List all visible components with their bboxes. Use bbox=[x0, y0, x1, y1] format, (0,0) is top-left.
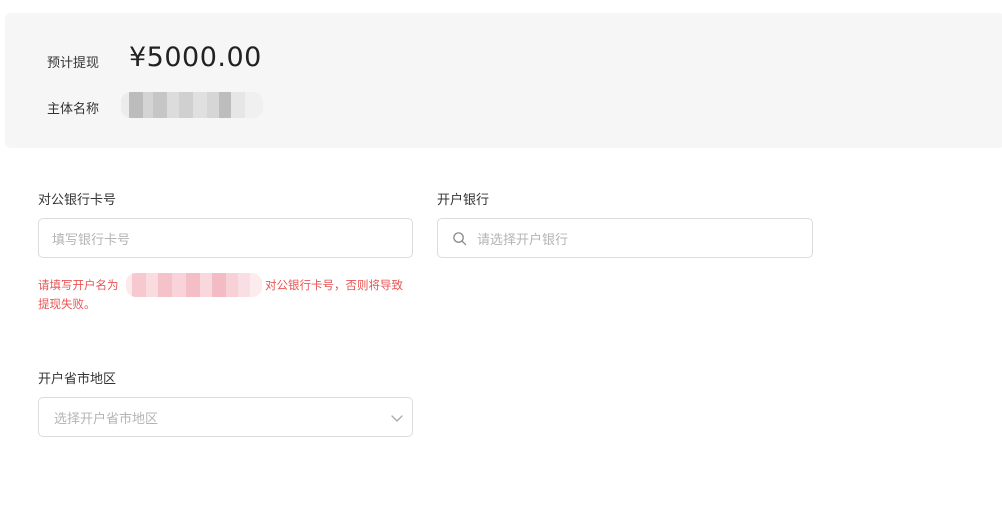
bank-search-select[interactable]: 请选择开户银行 bbox=[437, 218, 813, 258]
card-number-label: 对公银行卡号 bbox=[38, 193, 117, 208]
withdrawal-amount: ¥5000.00 bbox=[129, 42, 262, 73]
hint-prefix: 请填写开户名为 bbox=[38, 278, 119, 292]
region-placeholder: 选择开户省市地区 bbox=[54, 411, 159, 427]
chevron-down-icon bbox=[391, 415, 403, 422]
hint-suffix: 对公银行卡号，否则将导致 bbox=[265, 278, 403, 292]
bank-label: 开户银行 bbox=[437, 193, 490, 208]
estimated-withdrawal-label: 预计提现 bbox=[47, 56, 100, 71]
withdrawal-summary-panel: 预计提现 ¥5000.00 主体名称 bbox=[5, 13, 1002, 148]
region-label: 开户省市地区 bbox=[38, 372, 117, 387]
card-number-placeholder: 填写银行卡号 bbox=[52, 232, 131, 248]
search-icon bbox=[453, 231, 467, 245]
entity-name-label: 主体名称 bbox=[47, 102, 100, 117]
card-number-input[interactable]: 填写银行卡号 bbox=[38, 218, 413, 258]
region-select[interactable]: 选择开户省市地区 bbox=[38, 397, 413, 437]
account-name-redacted bbox=[126, 273, 262, 297]
bank-placeholder: 请选择开户银行 bbox=[477, 232, 569, 248]
entity-name-redacted bbox=[121, 92, 263, 118]
hint-line2: 提现失败。 bbox=[38, 297, 96, 311]
